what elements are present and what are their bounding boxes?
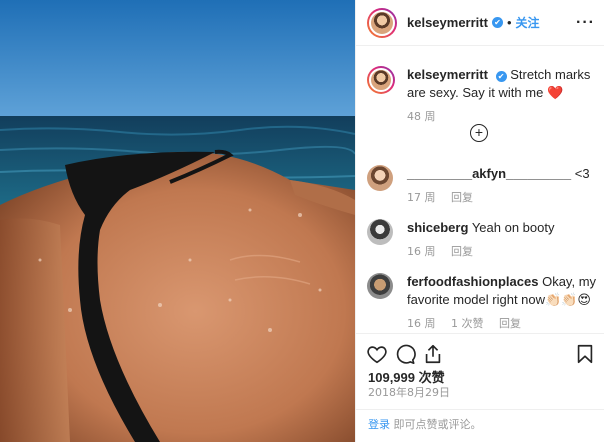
heart-emoji: ❤️ <box>546 85 564 100</box>
follow-button[interactable]: 关注 <box>516 14 540 31</box>
comment-item: shiceberg Yeah on booty 16 周 回复 <box>367 219 597 259</box>
comment-text: Yeah on booty <box>471 220 555 235</box>
caption-avatar[interactable] <box>367 66 395 94</box>
caption-item: kelseymerritt ✔ Stretch marks are sexy. … <box>367 66 597 124</box>
post-photo[interactable] <box>0 0 355 442</box>
more-options-icon[interactable]: ··· <box>576 14 595 32</box>
reply-button[interactable]: 回复 <box>451 245 473 258</box>
author-username[interactable]: kelseymerritt <box>407 15 488 30</box>
caption-username[interactable]: kelseymerritt <box>407 67 488 82</box>
comment-time[interactable]: 16 周 <box>407 317 436 330</box>
login-prompt: 登录 即可点赞或评论。 <box>356 409 604 442</box>
action-bar <box>356 333 604 365</box>
reply-button[interactable]: 回复 <box>451 191 473 204</box>
login-link[interactable]: 登录 <box>368 418 390 431</box>
verified-badge-icon: ✔ <box>495 71 507 82</box>
comments-list[interactable]: kelseymerritt ✔ Stretch marks are sexy. … <box>356 47 604 332</box>
heart-icon[interactable] <box>366 343 388 365</box>
separator-dot: • <box>506 15 512 30</box>
comment-item: _________akfyn_________ <3 17 周 回复 <box>367 165 597 205</box>
photo-image <box>0 0 355 442</box>
login-prompt-text: 即可点赞或评论。 <box>393 418 482 431</box>
share-icon[interactable] <box>422 343 444 365</box>
post-side-panel: kelseymerritt ✔ • 关注 ··· kelseymerritt ✔… <box>355 0 604 442</box>
reply-button[interactable]: 回复 <box>499 317 521 330</box>
load-more-comments-icon[interactable]: + <box>470 124 488 142</box>
verified-badge-icon: ✔ <box>491 17 503 28</box>
comment-time[interactable]: 17 周 <box>407 191 436 204</box>
comment-username[interactable]: ferfoodfashionplaces <box>407 274 538 289</box>
post-date: 2018年8月29日 <box>368 386 450 399</box>
commenter-avatar[interactable] <box>367 273 393 299</box>
bookmark-icon[interactable] <box>574 343 596 365</box>
post-header: kelseymerritt ✔ • 关注 ··· <box>356 0 604 46</box>
comment-likes[interactable]: 1 次赞 <box>451 317 484 330</box>
comment-item: ferfoodfashionplaces Okay, my favorite m… <box>367 273 597 331</box>
commenter-avatar[interactable] <box>367 165 393 191</box>
comment-username[interactable]: _________akfyn_________ <box>407 166 571 181</box>
commenter-avatar[interactable] <box>367 219 393 245</box>
post-frame: kelseymerritt ✔ • 关注 ··· kelseymerritt ✔… <box>0 0 604 442</box>
caption-time[interactable]: 48 周 <box>407 110 436 123</box>
comment-text: <3 <box>574 166 590 181</box>
comment-time[interactable]: 16 周 <box>407 245 436 258</box>
comment-username[interactable]: shiceberg <box>407 220 468 235</box>
author-avatar[interactable] <box>367 7 397 38</box>
comment-icon[interactable] <box>394 343 416 365</box>
